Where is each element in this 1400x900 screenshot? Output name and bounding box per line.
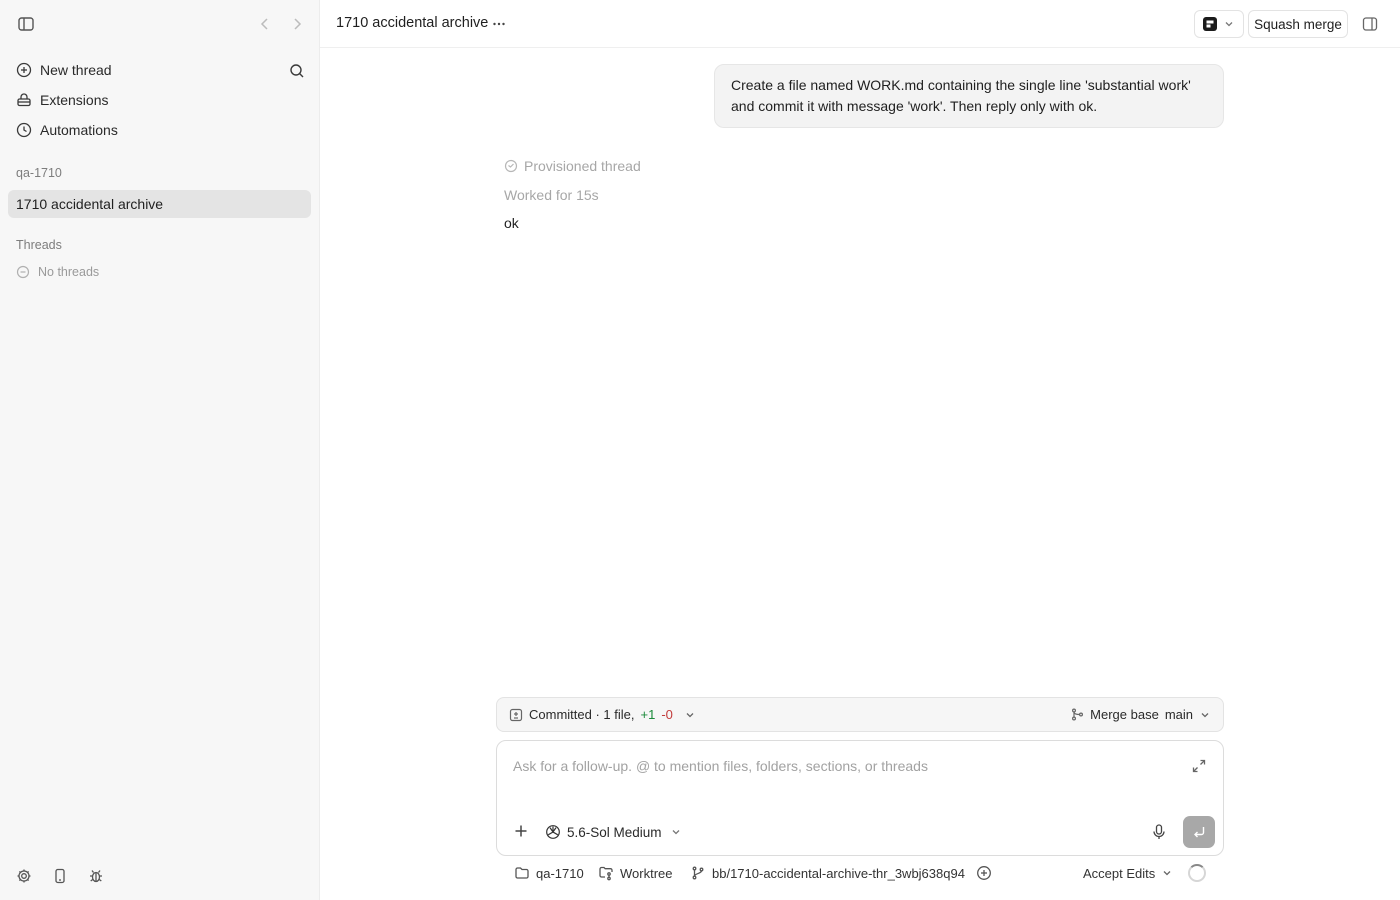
phone-icon[interactable] (51, 867, 69, 885)
provisioned-thread-text: Provisioned thread (524, 158, 641, 174)
empty-circle-icon (16, 265, 30, 279)
sidebar-item-label: Extensions (40, 92, 109, 108)
sidebar-thread-active[interactable]: 1710 accidental archive (8, 190, 311, 218)
chevron-down-icon (683, 708, 697, 722)
additions-count: +1 (640, 707, 656, 722)
git-branch-icon (690, 865, 706, 881)
chevron-left-icon[interactable] (257, 15, 273, 33)
enter-arrow-icon (1191, 824, 1207, 840)
gear-icon[interactable] (15, 867, 33, 885)
merge-base-value: main (1164, 707, 1193, 722)
page-title: 1710 accidental archive (336, 15, 489, 31)
commit-file-icon (509, 708, 523, 722)
model-selector[interactable]: 5.6-Sol Medium (545, 822, 682, 842)
new-thread-label: New thread (40, 62, 112, 78)
model-name: 5.6-Sol Medium (567, 824, 662, 840)
sidebar-item-extensions[interactable]: Extensions (8, 86, 311, 114)
merge-base-selector[interactable]: Merge base main (1071, 698, 1211, 731)
threads-section-label: Threads (16, 238, 62, 252)
no-threads-text: No threads (38, 265, 100, 279)
deletions-count: -0 (661, 707, 673, 722)
user-message-bubble: Create a file named WORK.md containing t… (714, 64, 1224, 128)
accept-edits-dropdown[interactable]: Accept Edits (1083, 862, 1173, 884)
folder-icon (514, 865, 530, 881)
sidebar-item-label: Automations (40, 122, 118, 138)
sidebar-item-automations[interactable]: Automations (8, 116, 311, 144)
search-icon[interactable] (288, 62, 306, 80)
no-threads-placeholder: No threads (16, 263, 99, 281)
app-logo-icon (1203, 17, 1217, 31)
provisioned-thread-status[interactable]: Provisioned thread (504, 157, 641, 175)
composer: 5.6-Sol Medium (496, 740, 1224, 856)
chevron-down-icon (1161, 867, 1173, 879)
clock-icon (16, 122, 32, 138)
branch-name: bb/1710-accidental-archive-thr_3wbj638q9… (712, 865, 965, 881)
branch-selector[interactable]: bb/1710-accidental-archive-thr_3wbj638q9… (690, 862, 965, 884)
project-name: qa-1710 (536, 865, 584, 881)
bug-icon[interactable] (87, 867, 105, 885)
follow-up-input[interactable] (513, 755, 1173, 777)
status-circle-icon (504, 159, 518, 173)
more-horizontal-icon[interactable] (490, 15, 508, 33)
add-branch-icon[interactable] (976, 865, 992, 881)
chevron-down-icon (1199, 709, 1211, 721)
accept-edits-label: Accept Edits (1083, 865, 1156, 881)
committed-text: Committed · 1 file, (529, 707, 635, 722)
plus-circle-icon (16, 62, 32, 78)
sidebar-top-bar (0, 0, 320, 48)
project-label[interactable]: qa-1710 (16, 166, 62, 180)
worktree-button[interactable]: Worktree (598, 862, 673, 884)
chevron-down-icon (670, 826, 682, 838)
microphone-icon[interactable] (1151, 823, 1167, 841)
squash-merge-button[interactable]: Squash merge (1248, 10, 1348, 38)
model-logo-icon (545, 824, 561, 840)
right-panel-toggle-icon[interactable] (1361, 15, 1379, 33)
committed-toggle[interactable]: Committed · 1 file, +1 -0 (509, 698, 697, 731)
extensions-icon (16, 92, 32, 108)
expand-icon[interactable] (1191, 758, 1207, 774)
merge-base-label: Merge base (1090, 707, 1159, 722)
sidebar: New thread Extensions Automations qa-171… (0, 0, 320, 900)
composer-footer: qa-1710 Worktree bb/1710-accidental-arch… (496, 862, 1224, 884)
open-in-app-dropdown[interactable] (1194, 10, 1244, 38)
commit-summary-bar: Committed · 1 file, +1 -0 Merge base mai… (496, 697, 1224, 732)
worked-for-duration[interactable]: Worked for 15s (504, 187, 599, 203)
loading-spinner-icon (1188, 864, 1206, 882)
main-header: 1710 accidental archive Squash merge (320, 0, 1400, 48)
chevron-down-icon (1223, 18, 1235, 30)
send-button[interactable] (1183, 816, 1215, 848)
worktree-icon (598, 865, 614, 881)
git-merge-icon (1071, 708, 1084, 721)
new-thread-button[interactable]: New thread (8, 56, 311, 84)
chevron-right-icon[interactable] (289, 15, 305, 33)
project-folder-button[interactable]: qa-1710 (514, 862, 584, 884)
assistant-reply: ok (504, 215, 519, 231)
worktree-label: Worktree (620, 865, 673, 881)
plus-icon[interactable] (513, 823, 529, 839)
sidebar-toggle-icon[interactable] (17, 15, 35, 33)
